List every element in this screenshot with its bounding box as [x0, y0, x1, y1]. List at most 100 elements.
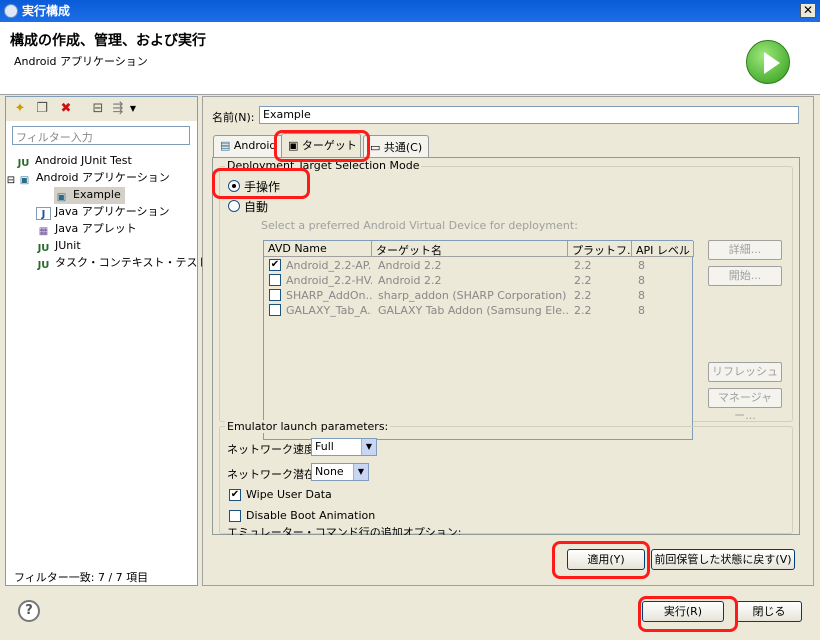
configuration-tree-panel: ✦ ❐ ✖ ⊟ ⇶ ▼ フィルター入力 JU Android JUnit Test…	[5, 96, 208, 586]
row-target: Android 2.2	[378, 259, 442, 272]
dialog-subheading: Android アプリケーション	[14, 55, 148, 68]
manual-radio[interactable]	[228, 180, 240, 192]
dropdown-arrow-icon[interactable]: ▼	[128, 101, 138, 117]
disable-boot-animation-checkbox[interactable]	[229, 510, 241, 522]
tab-label: ターゲット	[301, 139, 357, 152]
tab-label: 共通(C)	[383, 141, 423, 154]
tree-item-example[interactable]: ▣ Example	[54, 187, 125, 204]
auto-radio-label: 自動	[244, 200, 269, 214]
run-banner-icon	[746, 40, 790, 84]
tree-item-label: JUnit	[55, 239, 81, 252]
run-button[interactable]: 実行(R)	[642, 601, 724, 622]
junit-icon: JU	[17, 158, 30, 169]
network-speed-value: Full	[315, 440, 334, 453]
row-platform: 2.2	[574, 289, 592, 302]
target-tab-content: Deployment Target Selection Mode 手操作 自動 …	[212, 157, 800, 535]
tree-item-java-app[interactable]: J Java アプリケーション	[36, 204, 170, 220]
row-api: 8	[638, 304, 645, 317]
row-target: Android 2.2	[378, 274, 442, 287]
auto-radio[interactable]	[228, 200, 240, 212]
tab-android[interactable]: ▤ Android	[213, 135, 285, 157]
tree-item-label: Android JUnit Test	[35, 154, 132, 167]
android-app-icon: ▣	[19, 175, 30, 186]
filter-icon[interactable]: ⇶	[110, 101, 126, 117]
network-latency-value: None	[315, 465, 344, 478]
app-icon	[4, 4, 18, 18]
table-row[interactable]: ✔ Android_2.2-AP... Android 2.2 2.2 8	[264, 258, 694, 273]
network-speed-select[interactable]: Full ▼	[311, 438, 377, 456]
delete-icon[interactable]: ✖	[58, 101, 74, 117]
row-avd-name: Android_2.2-HV...	[286, 274, 372, 287]
android-tab-icon: ▤	[220, 139, 234, 152]
tree-item-android-junit[interactable]: JU Android JUnit Test	[16, 153, 132, 170]
row-avd-name: GALAXY_Tab_A...	[286, 304, 372, 317]
tree-item-label: Java アプリケーション	[55, 205, 170, 218]
row-platform: 2.2	[574, 274, 592, 287]
common-tab-icon: ▭	[370, 141, 384, 154]
emulator-params-legend: Emulator launch parameters:	[225, 420, 391, 433]
row-platform: 2.2	[574, 304, 592, 317]
tree-item-label: Android アプリケーション	[36, 171, 170, 184]
name-label: 名前(N):	[212, 111, 255, 124]
window-title: 実行構成	[22, 4, 71, 18]
network-latency-label: ネットワーク潜在:	[227, 468, 319, 481]
tree-item-label: Java アプレット	[55, 222, 137, 235]
configuration-editor: 名前(N): Example ▤ Android ▣ ターゲット ▭ 共通(C)…	[202, 96, 814, 586]
disable-boot-animation-label: Disable Boot Animation	[246, 509, 376, 522]
tree-item-android-app[interactable]: ⊟ ▣ Android アプリケーション	[6, 170, 170, 187]
details-button[interactable]: 詳細...	[708, 240, 782, 260]
extra-options-label: エミュレーター・コマンド行の追加オプション:	[227, 527, 462, 535]
help-icon[interactable]: ?	[18, 600, 40, 622]
col-platform[interactable]: プラットフ...	[568, 241, 632, 257]
row-avd-name: Android_2.2-AP...	[286, 259, 372, 272]
tree-toolbar: ✦ ❐ ✖ ⊟ ⇶ ▼	[6, 97, 197, 121]
refresh-button[interactable]: リフレッシュ	[708, 362, 782, 382]
chevron-down-icon: ▼	[353, 464, 368, 480]
close-button[interactable]: 閉じる	[736, 601, 802, 622]
wipe-user-data-checkbox[interactable]: ✔	[229, 489, 241, 501]
row-checkbox[interactable]: ✔	[269, 259, 281, 271]
row-checkbox[interactable]	[269, 289, 281, 301]
tree-item-junit[interactable]: JU JUnit	[36, 238, 81, 255]
network-latency-select[interactable]: None ▼	[311, 463, 369, 481]
tab-target[interactable]: ▣ ターゲット	[281, 133, 361, 158]
row-api: 8	[638, 289, 645, 302]
dialog-header: 構成の作成、管理、および実行 Android アプリケーション	[0, 22, 820, 95]
start-button[interactable]: 開始...	[708, 266, 782, 286]
tab-common[interactable]: ▭ 共通(C)	[363, 135, 429, 157]
col-avd-name[interactable]: AVD Name	[264, 241, 372, 257]
col-api-level[interactable]: API レベル	[632, 241, 694, 257]
close-window-button[interactable]: ✕	[800, 3, 816, 18]
row-checkbox[interactable]	[269, 274, 281, 286]
task-junit-icon: JU	[37, 260, 50, 271]
tree-item-label: Example	[73, 188, 121, 201]
tab-label: Android	[233, 139, 277, 152]
tree-item-label: タスク・コンテキスト・テスト	[55, 256, 209, 269]
expand-toggle-icon[interactable]: ⊟	[6, 174, 16, 187]
dialog-heading: 構成の作成、管理、および実行	[10, 33, 206, 49]
col-target-name[interactable]: ターゲット名	[372, 241, 568, 257]
apply-button[interactable]: 適用(Y)	[567, 549, 645, 570]
row-api: 8	[638, 259, 645, 272]
table-row[interactable]: GALAXY_Tab_A... GALAXY Tab Addon (Samsun…	[264, 303, 694, 318]
tree-item-task-context[interactable]: JU タスク・コンテキスト・テスト	[36, 255, 209, 272]
name-input[interactable]: Example	[259, 106, 799, 124]
duplicate-icon[interactable]: ❐	[34, 101, 50, 117]
avd-hint: Select a preferred Android Virtual Devic…	[261, 219, 578, 232]
wipe-user-data-label: Wipe User Data	[246, 488, 332, 501]
table-row[interactable]: SHARP_AddOn... sharp_addon (SHARP Corpor…	[264, 288, 694, 303]
row-target: GALAXY Tab Addon (Samsung Ele...	[378, 304, 568, 317]
deployment-mode-legend: Deployment Target Selection Mode	[225, 159, 422, 172]
revert-button[interactable]: 前回保管した状態に戻す(V)	[651, 549, 795, 570]
collapse-all-icon[interactable]: ⊟	[90, 101, 106, 117]
tree-item-java-applet[interactable]: ▦ Java アプレット	[36, 221, 137, 238]
row-avd-name: SHARP_AddOn...	[286, 289, 372, 302]
title-bar: 実行構成 ✕	[0, 0, 820, 22]
new-config-icon[interactable]: ✦	[12, 101, 28, 117]
table-row[interactable]: Android_2.2-HV... Android 2.2 2.2 8	[264, 273, 694, 288]
filter-input[interactable]: フィルター入力	[12, 126, 190, 145]
manager-button[interactable]: マネージャー...	[708, 388, 782, 422]
manual-radio-label: 手操作	[244, 180, 281, 194]
row-checkbox[interactable]	[269, 304, 281, 316]
row-platform: 2.2	[574, 259, 592, 272]
